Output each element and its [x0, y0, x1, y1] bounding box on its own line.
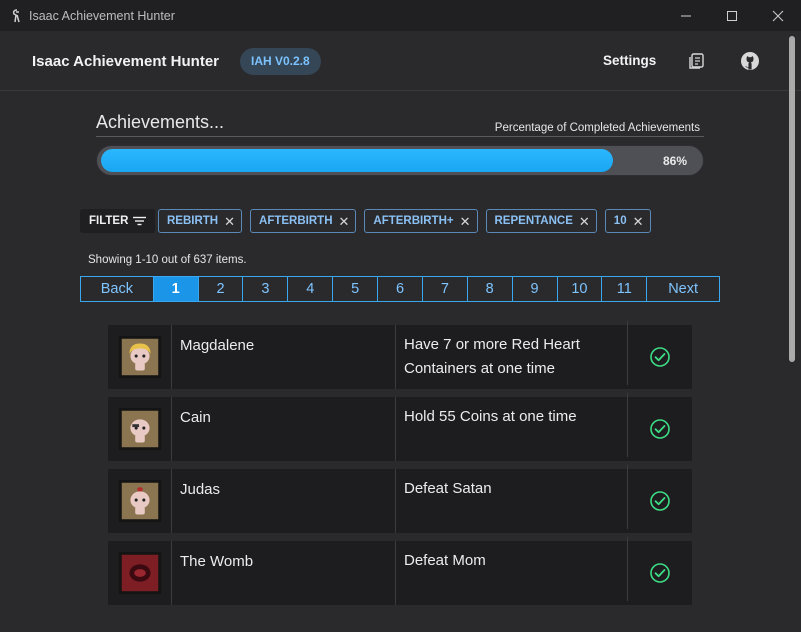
chip-label: AFTERBIRTH+: [373, 215, 454, 227]
filter-chip[interactable]: REBIRTH ✕: [158, 209, 243, 233]
window-controls: [663, 0, 801, 31]
achievement-name: Cain: [172, 397, 396, 461]
achievement-name: Magdalene: [172, 325, 396, 389]
achievement-row[interactable]: Judas Defeat Satan: [108, 465, 692, 533]
minimize-icon[interactable]: [663, 0, 709, 31]
progress-percent: 86%: [662, 154, 687, 168]
achievement-list: Magdalene Have 7 or more Red Heart Contai…: [108, 321, 692, 613]
scrollbar[interactable]: [789, 36, 795, 362]
filter-chip[interactable]: AFTERBIRTH+ ✕: [364, 209, 478, 233]
page-button-1[interactable]: 1: [153, 277, 199, 301]
remove-chip-icon[interactable]: ✕: [633, 215, 644, 228]
notes-icon[interactable]: [686, 50, 708, 72]
page-back-button[interactable]: Back: [81, 277, 154, 301]
app-window: Isaac Achievement Hunter Isaac Achieveme…: [0, 0, 801, 632]
remove-chip-icon[interactable]: ✕: [460, 215, 471, 228]
filter-label: FILTER: [89, 215, 129, 227]
github-icon[interactable]: [739, 50, 761, 72]
filter-chip[interactable]: 10 ✕: [604, 209, 651, 233]
filter-icon: [133, 216, 147, 226]
page-button-3[interactable]: 3: [243, 277, 289, 301]
showing-count: Showing 1-10 out of 637 items.: [88, 254, 247, 266]
achievements-heading: Achievements...: [96, 112, 225, 132]
brand-title: Isaac Achievement Hunter: [32, 53, 220, 70]
achievement-name: Judas: [172, 469, 396, 533]
page-button-8[interactable]: 8: [468, 277, 513, 301]
filter-button[interactable]: FILTER: [80, 209, 156, 233]
page-button-2[interactable]: 2: [199, 277, 244, 301]
cain-portrait-icon: [108, 397, 172, 461]
achievement-description: Hold 55 Coins at one time: [396, 393, 628, 457]
close-icon[interactable]: [755, 0, 801, 31]
divider: [96, 136, 704, 137]
page-button-9[interactable]: 9: [513, 277, 558, 301]
remove-chip-icon[interactable]: ✕: [224, 215, 235, 228]
progress-fill: [101, 149, 613, 172]
chip-label: AFTERBIRTH: [259, 215, 333, 227]
maximize-icon[interactable]: [709, 0, 755, 31]
progress-caption: Percentage of Completed Achievements: [494, 122, 700, 134]
remove-chip-icon[interactable]: ✕: [579, 215, 590, 228]
title-bar: Isaac Achievement Hunter: [0, 0, 801, 31]
check-circle-icon: [628, 325, 692, 389]
womb-portrait-icon: [108, 541, 172, 605]
chip-label: REBIRTH: [167, 215, 219, 227]
app-icon: [9, 8, 25, 24]
filter-chips: REBIRTH ✕ AFTERBIRTH ✕ AFTERBIRTH+ ✕ REPENTANC…: [158, 209, 651, 233]
page-button-11[interactable]: 11: [602, 277, 648, 301]
page-button-4[interactable]: 4: [288, 277, 334, 301]
remove-chip-icon[interactable]: ✕: [339, 215, 350, 228]
page-button-5[interactable]: 5: [333, 277, 379, 301]
achievement-description: Defeat Mom: [396, 537, 628, 601]
magdalene-portrait-icon: [108, 325, 172, 389]
achievement-row[interactable]: Cain Hold 55 Coins at one time: [108, 393, 692, 461]
pagination: Back 1 2 3 4 5 6 7 8 9 10 11 Next: [80, 276, 720, 302]
window-title: Isaac Achievement Hunter: [29, 8, 175, 23]
page-next-button[interactable]: Next: [647, 277, 719, 301]
check-circle-icon: [628, 541, 692, 605]
page-button-6[interactable]: 6: [378, 277, 423, 301]
filter-chip[interactable]: AFTERBIRTH ✕: [250, 209, 357, 233]
check-circle-icon: [628, 469, 692, 533]
achievement-name: The Womb: [172, 541, 396, 605]
achievement-description: Defeat Satan: [396, 465, 628, 529]
chip-label: 10: [613, 215, 627, 227]
check-circle-icon: [628, 397, 692, 461]
achievement-description: Have 7 or more Red Heart Containers at o…: [396, 321, 628, 385]
judas-portrait-icon: [108, 469, 172, 533]
version-badge: IAH V0.2.8: [240, 48, 321, 75]
filter-chip[interactable]: REPENTANCE ✕: [485, 209, 597, 233]
page-button-10[interactable]: 10: [558, 277, 603, 301]
app-header: Isaac Achievement Hunter IAH V0.2.8 Sett…: [0, 31, 801, 91]
achievement-row[interactable]: Magdalene Have 7 or more Red Heart Contai…: [108, 321, 692, 389]
achievement-row[interactable]: The Womb Defeat Mom: [108, 537, 692, 605]
progress-bar: 86%: [96, 145, 704, 176]
chip-label: REPENTANCE: [494, 215, 573, 227]
page-button-7[interactable]: 7: [423, 277, 468, 301]
settings-link[interactable]: Settings: [603, 53, 656, 68]
